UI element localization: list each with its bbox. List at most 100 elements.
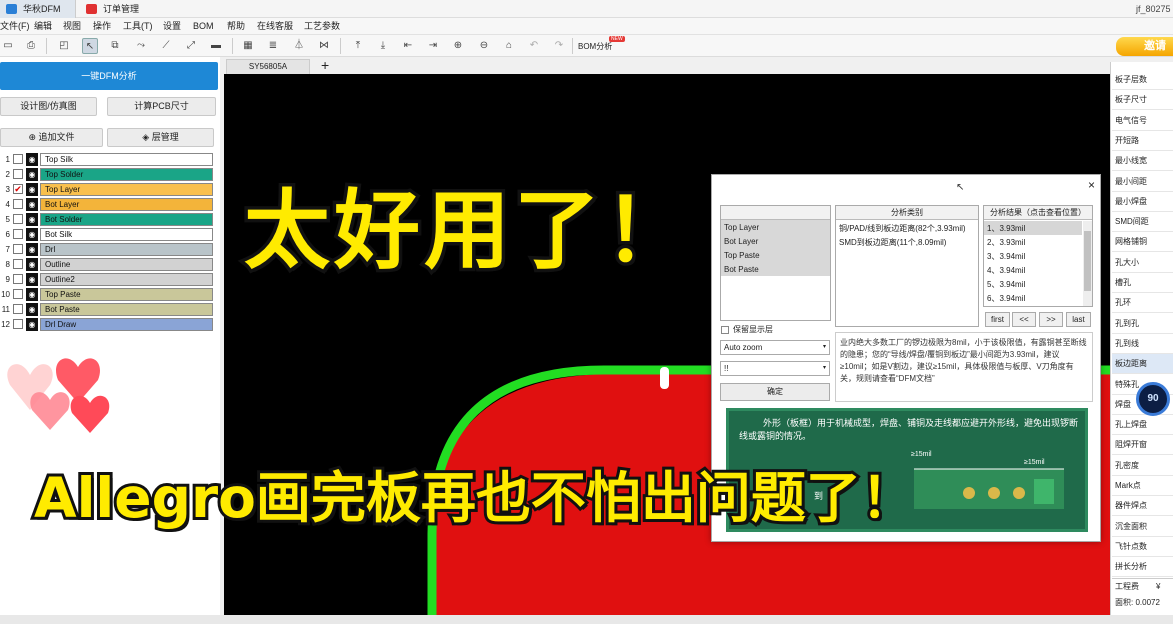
layer-checkbox[interactable] xyxy=(13,304,23,314)
layer-row[interactable]: 10 ◉ Top Paste xyxy=(0,288,214,301)
eye-icon[interactable]: ◉ xyxy=(26,303,38,316)
layer-checkbox[interactable] xyxy=(13,154,23,164)
check-item[interactable]: 阻焊开窗 xyxy=(1112,435,1173,456)
drill-icon[interactable]: ⏃ xyxy=(291,38,307,54)
ruler-icon[interactable]: ▬ xyxy=(208,38,224,54)
eye-icon[interactable]: ◉ xyxy=(26,258,38,271)
layer-name[interactable]: Top Paste xyxy=(40,288,213,301)
option-select[interactable]: !! ▾ xyxy=(720,361,830,376)
layer-checkbox[interactable] xyxy=(13,229,23,239)
dialog-layer-item[interactable]: Top Layer xyxy=(724,221,759,234)
add-tab-icon[interactable]: + xyxy=(321,57,329,74)
menu-file[interactable]: 文件(F) xyxy=(0,18,30,35)
layer-name[interactable]: Bot Layer xyxy=(40,198,213,211)
eye-icon[interactable]: ◉ xyxy=(26,243,38,256)
layer-name[interactable]: Drl xyxy=(40,243,213,256)
check-item[interactable]: 器件焊点 xyxy=(1112,496,1173,517)
zoom-select[interactable]: Auto zoom ▾ xyxy=(720,340,830,355)
print-icon[interactable]: ⎙ xyxy=(23,38,39,54)
analysis-result-list[interactable]: 分析结果（点击查看位置） 1、3.93mil 2、3.93mil 3、3.94m… xyxy=(983,205,1093,307)
check-item[interactable]: 孔环 xyxy=(1112,293,1173,314)
net-icon[interactable]: ⋈ xyxy=(316,38,332,54)
layer-checkbox[interactable] xyxy=(13,259,23,269)
next-button[interactable]: >> xyxy=(1039,312,1063,327)
eye-icon[interactable]: ◉ xyxy=(26,168,38,181)
layer-row[interactable]: 7 ◉ Drl xyxy=(0,243,214,256)
eye-icon[interactable]: ◉ xyxy=(26,153,38,166)
category-item[interactable]: 铜/PAD/线到板边距离(82个,3.93mil) xyxy=(839,222,966,235)
keep-layer-checkbox[interactable] xyxy=(721,326,729,334)
layer-row[interactable]: 2 ◉ Top Solder xyxy=(0,168,214,181)
check-item[interactable]: 最小间距 xyxy=(1112,172,1173,192)
check-item[interactable]: 孔到孔 xyxy=(1112,314,1173,334)
result-item[interactable]: 4、3.94mil xyxy=(987,264,1025,277)
eye-icon[interactable]: ◉ xyxy=(26,228,38,241)
layer-name[interactable]: Outline2 xyxy=(40,273,213,286)
layer-name[interactable]: Top Silk xyxy=(40,153,213,166)
layer-row[interactable]: 5 ◉ Bot Solder xyxy=(0,213,214,226)
layer-row[interactable]: 8 ◉ Outline xyxy=(0,258,214,271)
align-top-icon[interactable]: ⤒ xyxy=(350,38,366,54)
check-item[interactable]: 孔到线 xyxy=(1112,334,1173,354)
result-item[interactable]: 5、3.94mil xyxy=(987,278,1025,291)
layer-row[interactable]: 9 ◉ Outline2 xyxy=(0,273,214,286)
invite-button[interactable]: 邀请 xyxy=(1116,37,1173,56)
app-tab-huaqiu-dfm[interactable]: 华秋DFM xyxy=(0,0,76,18)
layer-checkbox[interactable] xyxy=(13,169,23,179)
check-item[interactable]: 最小线宽 xyxy=(1112,151,1173,172)
zoom-in-icon[interactable]: ⊕ xyxy=(450,38,466,54)
check-item[interactable]: 开短路 xyxy=(1112,131,1173,151)
layer-row[interactable]: 4 ◉ Bot Layer xyxy=(0,198,214,211)
calc-pcb-size-button[interactable]: 计算PCB尺寸 xyxy=(107,97,216,116)
eye-icon[interactable]: ◉ xyxy=(26,183,38,196)
check-item[interactable]: 沉金面积 xyxy=(1112,517,1173,537)
menu-tools[interactable]: 工具(T) xyxy=(123,18,153,35)
menu-settings[interactable]: 设置 xyxy=(163,18,181,35)
one-click-dfm-button[interactable]: 一键DFM分析 xyxy=(0,62,218,90)
check-item[interactable]: 网格铺铜 xyxy=(1112,232,1173,253)
redo-icon[interactable]: ↷ xyxy=(551,38,567,54)
dialog-layer-item[interactable]: Top Paste xyxy=(724,249,760,262)
bom-analysis-button[interactable]: BOM分析 xyxy=(578,41,612,52)
dialog-layer-list[interactable]: Top Layer Bot Layer Top Paste Bot Paste xyxy=(720,205,831,321)
undo-icon[interactable]: ↶ xyxy=(526,38,542,54)
prev-button[interactable]: << xyxy=(1012,312,1036,327)
layer-name[interactable]: Drl Draw xyxy=(40,318,213,331)
eye-icon[interactable]: ◉ xyxy=(26,288,38,301)
layer-row[interactable]: 1 ◉ Top Silk xyxy=(0,153,214,166)
first-button[interactable]: first xyxy=(985,312,1010,327)
result-scrollbar[interactable] xyxy=(1083,221,1092,306)
layer-management-button[interactable]: ◈ 层管理 xyxy=(107,128,214,147)
menu-bom[interactable]: BOM xyxy=(193,18,214,35)
route-icon[interactable]: ⤢ xyxy=(183,38,199,54)
home-icon[interactable]: ⌂ xyxy=(501,38,517,54)
check-item[interactable]: 板边距离 xyxy=(1112,354,1173,375)
layer-name[interactable]: Bot Solder xyxy=(40,213,213,226)
layer-name[interactable]: Top Solder xyxy=(40,168,213,181)
layer-checkbox[interactable] xyxy=(13,244,23,254)
menu-help[interactable]: 帮助 xyxy=(227,18,245,35)
menu-operate[interactable]: 操作 xyxy=(93,18,111,35)
select-box-icon[interactable]: ◰ xyxy=(56,38,72,54)
zoom-out-icon[interactable]: ⊖ xyxy=(476,38,492,54)
pointer-icon[interactable]: ↖ xyxy=(82,38,98,54)
menu-view[interactable]: 视图 xyxy=(63,18,81,35)
layer-row[interactable]: 3 ✔ ◉ Top Layer xyxy=(0,183,214,196)
scroll-thumb[interactable] xyxy=(1084,231,1091,291)
check-item[interactable]: 孔上焊盘 xyxy=(1112,415,1173,436)
align-right-icon[interactable]: ⇥ xyxy=(425,38,441,54)
analysis-category-list[interactable]: 分析类别 铜/PAD/线到板边距离(82个,3.93mil) SMD到板边距离(… xyxy=(835,205,979,327)
check-item[interactable]: 孔大小 xyxy=(1112,253,1173,273)
measure-icon[interactable]: ⟋ xyxy=(158,38,174,54)
dialog-layer-item[interactable]: Bot Paste xyxy=(724,263,759,276)
layer-checkbox[interactable] xyxy=(13,289,23,299)
result-item[interactable]: 2、3.93mil xyxy=(987,236,1025,249)
dialog-layer-item[interactable]: Bot Layer xyxy=(724,235,758,248)
menu-process-params[interactable]: 工艺参数 xyxy=(304,18,340,35)
layer-name[interactable]: Bot Silk xyxy=(40,228,213,241)
check-item[interactable]: 槽孔 xyxy=(1112,273,1173,293)
layer-stack-icon[interactable]: ≣ xyxy=(265,38,281,54)
layer-checkbox[interactable] xyxy=(13,214,23,224)
layer-name[interactable]: Bot Paste xyxy=(40,303,213,316)
open-folder-icon[interactable]: ▭ xyxy=(0,38,16,54)
